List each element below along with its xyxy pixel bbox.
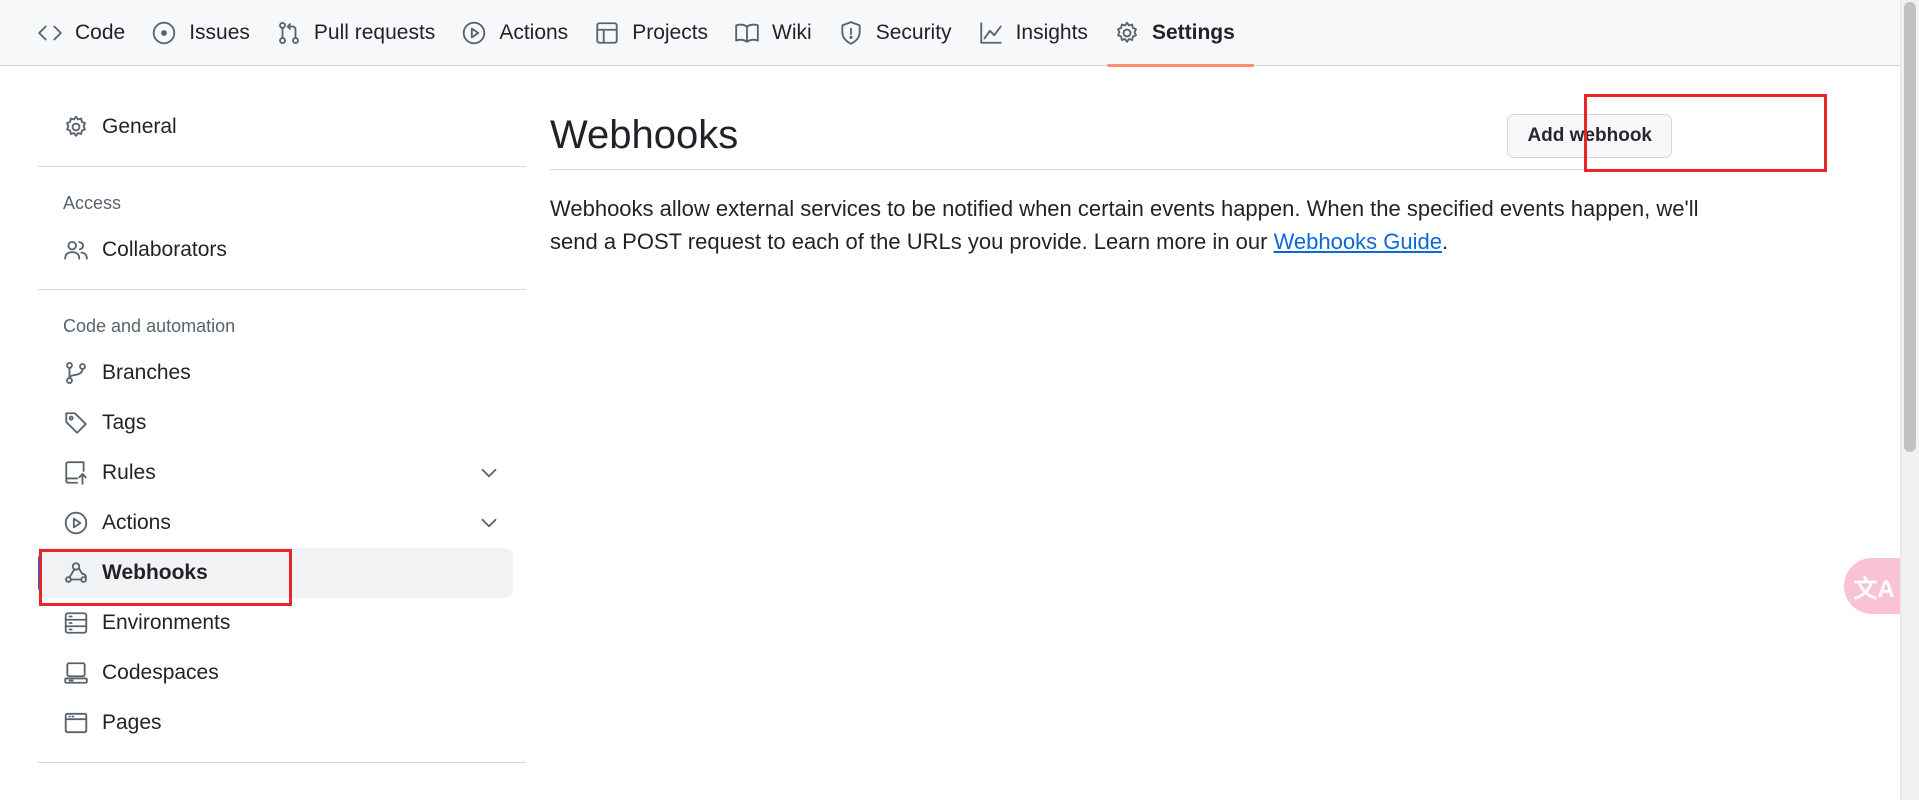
sidebar-item-tags[interactable]: Tags — [38, 398, 526, 448]
git-branch-icon — [66, 362, 86, 384]
graph-icon — [979, 22, 1002, 44]
sidebar-item-label: Rules — [102, 461, 156, 484]
chevron-down-icon[interactable] — [476, 510, 502, 536]
sidebar-item-branches[interactable]: Branches — [38, 348, 526, 398]
tab-projects[interactable]: Projects — [587, 0, 727, 66]
tab-insights-label: Insights — [1015, 21, 1088, 44]
tab-settings[interactable]: Settings — [1106, 0, 1254, 67]
sidebar-heading-access: Access — [63, 192, 122, 213]
translate-icon[interactable]: 文A — [1844, 558, 1904, 614]
codespaces-icon — [64, 662, 88, 684]
tab-actions[interactable]: Actions — [454, 0, 587, 66]
sidebar-item-environments[interactable]: Environments — [38, 598, 526, 648]
page-title: Webhooks — [550, 113, 739, 157]
sidebar-item-label: General — [102, 115, 177, 138]
tab-wiki-label: Wiki — [772, 21, 812, 44]
sidebar-item-actions[interactable]: Actions — [38, 498, 526, 548]
page-scrollbar[interactable] — [1900, 0, 1919, 800]
gear-icon — [66, 115, 86, 137]
tag-icon — [65, 412, 87, 434]
tab-projects-label: Projects — [632, 21, 709, 44]
tab-pull-requests-label: Pull requests — [313, 21, 436, 44]
add-webhook-button[interactable]: Add webhook — [1507, 113, 1672, 158]
code-icon — [38, 25, 62, 41]
tab-issues[interactable]: Issues — [144, 0, 269, 66]
sidebar-item-rules[interactable]: Rules — [38, 448, 526, 498]
tab-issues-label: Issues — [189, 21, 250, 44]
repo-nav: Code Issues Pull requests Actions Projec… — [0, 0, 1900, 67]
tab-code-label: Code — [75, 21, 126, 44]
webhook-icon — [65, 562, 87, 583]
sidebar-item-label: Actions — [102, 511, 171, 534]
sidebar-item-label: Webhooks — [102, 561, 208, 584]
tab-insights[interactable]: Insights — [971, 0, 1107, 66]
webhooks-description: Webhooks allow external services to be n… — [550, 192, 1736, 258]
main-content: Webhooks Add webhook Webhooks allow exte… — [550, 102, 1736, 258]
sidebar-divider — [38, 762, 526, 763]
sidebar-divider — [38, 289, 526, 290]
tab-actions-label: Actions — [499, 21, 569, 44]
description-end: . — [1441, 229, 1449, 254]
play-icon — [64, 511, 88, 535]
sidebar-divider — [38, 166, 526, 167]
table-icon — [596, 22, 618, 44]
people-icon — [64, 240, 88, 260]
git-pull-request-icon — [278, 22, 299, 44]
sidebar-item-label: Pages — [102, 711, 162, 734]
sidebar-heading-code-automation: Code and automation — [63, 315, 236, 336]
browser-icon — [64, 712, 88, 734]
server-icon — [64, 612, 88, 634]
page-header: Webhooks Add webhook — [550, 102, 1736, 170]
sidebar-item-label: Codespaces — [102, 661, 219, 684]
gear-icon — [1117, 21, 1137, 43]
scrollbar-thumb[interactable] — [1904, 2, 1916, 452]
repo-push-icon — [65, 461, 87, 485]
sidebar-item-label: Tags — [102, 411, 147, 434]
chevron-down-icon[interactable] — [476, 460, 502, 486]
tab-pull-requests[interactable]: Pull requests — [269, 0, 454, 66]
shield-icon — [841, 21, 861, 45]
sidebar-item-label: Branches — [102, 361, 191, 384]
book-icon — [735, 23, 759, 43]
play-icon — [463, 21, 486, 45]
sidebar-item-label: Collaborators — [102, 238, 227, 261]
settings-sidebar: General Access Collaborators Code and au… — [38, 102, 526, 777]
tab-wiki[interactable]: Wiki — [727, 0, 831, 66]
sidebar-item-collaborators[interactable]: Collaborators — [38, 225, 526, 275]
issue-opened-icon — [152, 21, 176, 45]
tab-code[interactable]: Code — [30, 0, 144, 66]
tab-security[interactable]: Security — [831, 0, 971, 66]
sidebar-item-codespaces[interactable]: Codespaces — [38, 648, 526, 698]
sidebar-item-pages[interactable]: Pages — [38, 698, 526, 748]
tab-security-label: Security — [875, 21, 952, 44]
sidebar-item-label: Environments — [102, 611, 231, 634]
sidebar-item-webhooks[interactable]: Webhooks — [38, 548, 513, 598]
description-text: Webhooks allow external services to be n… — [550, 196, 1699, 254]
sidebar-item-general[interactable]: General — [38, 102, 526, 152]
tab-settings-label: Settings — [1151, 21, 1235, 44]
webhooks-guide-link[interactable]: Webhooks Guide — [1274, 229, 1442, 254]
